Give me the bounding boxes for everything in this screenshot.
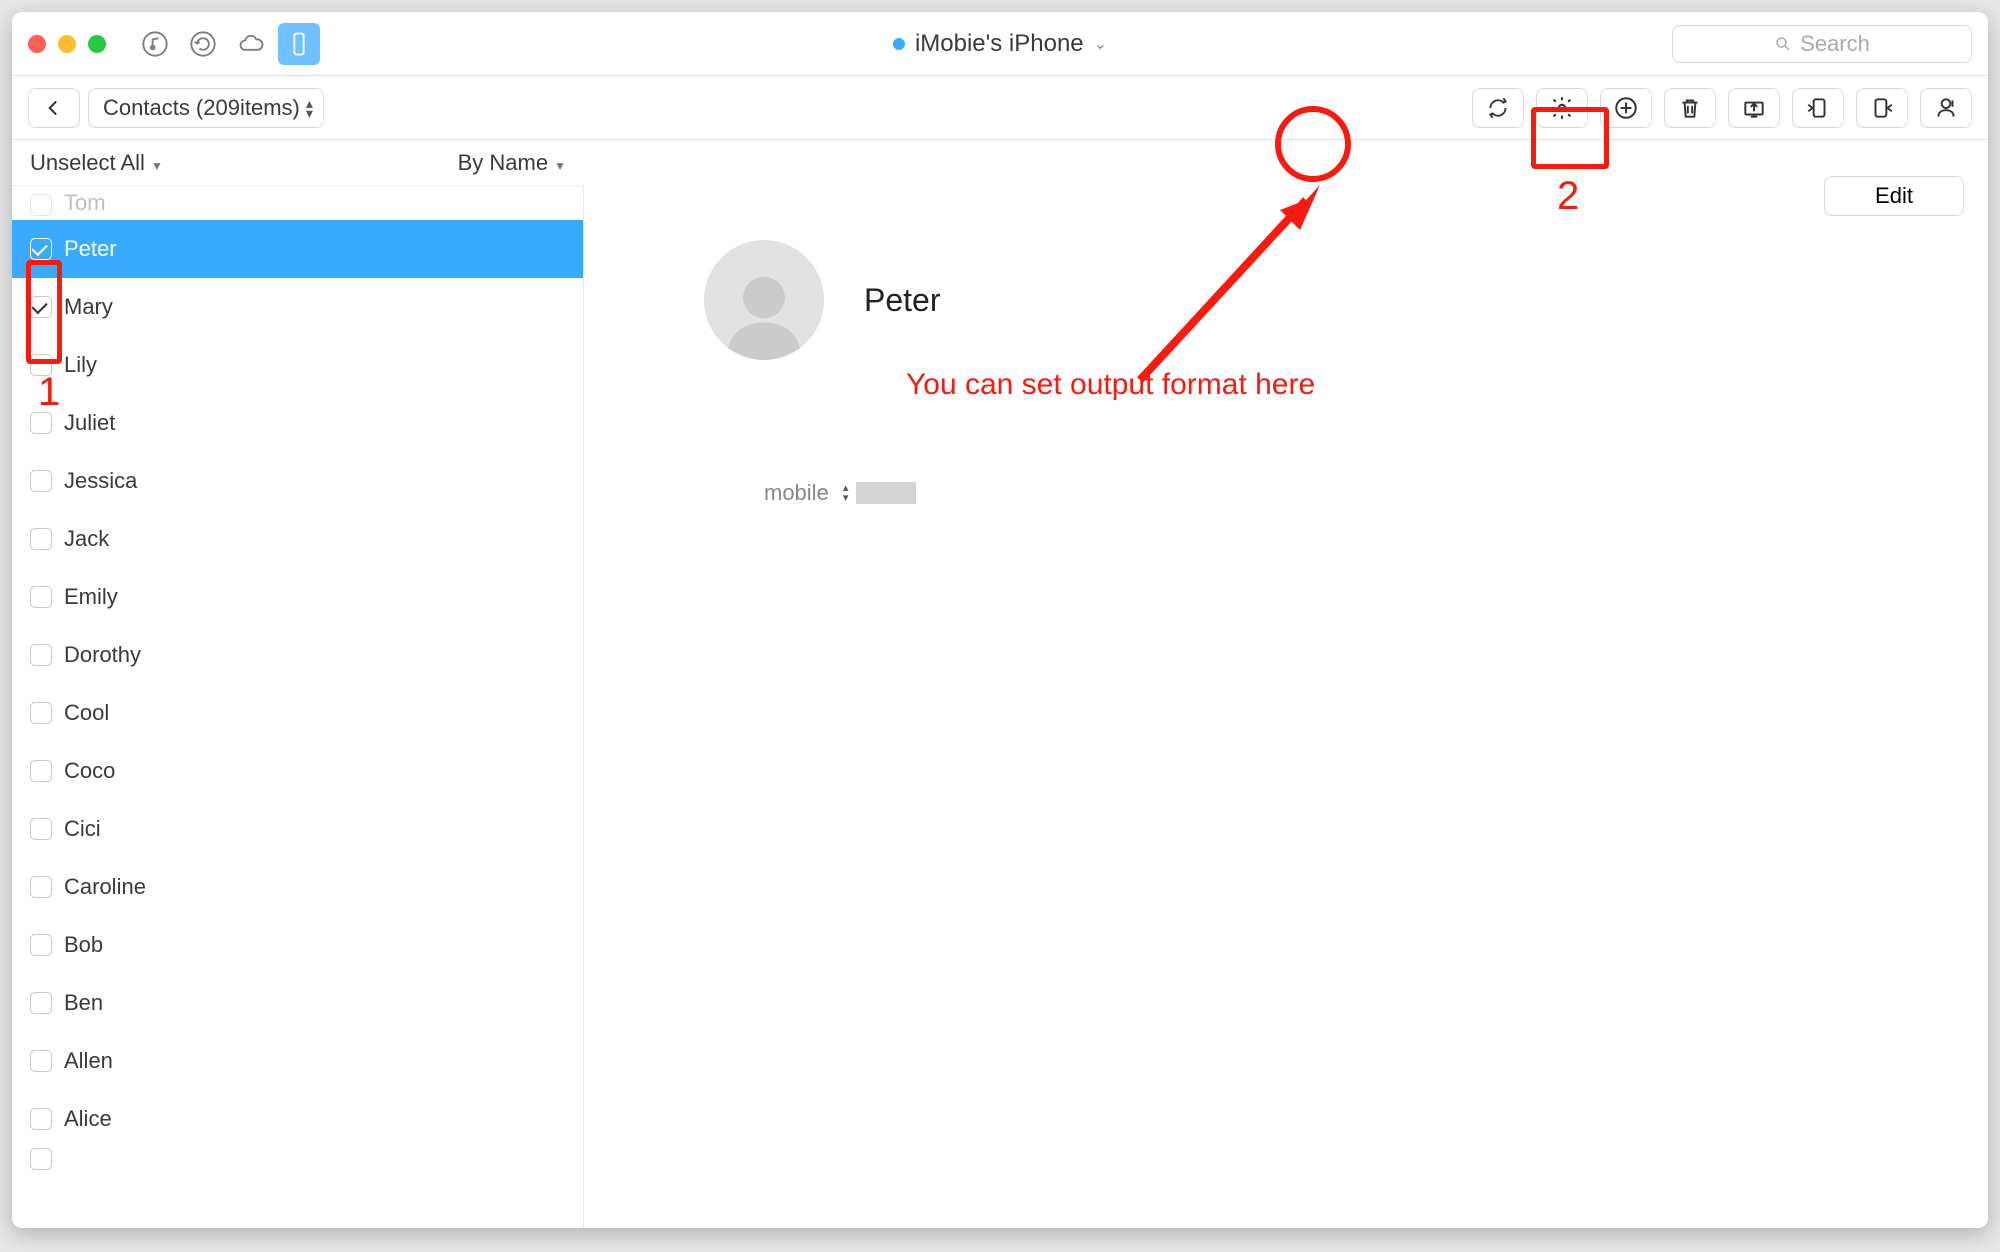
settings-button[interactable] [1536, 88, 1588, 128]
dropdown-triangle-icon: ▼ [151, 159, 163, 173]
contact-row[interactable]: Jessica [12, 452, 583, 510]
dropdown-triangle-icon: ▼ [554, 159, 566, 173]
contact-row[interactable]: Allen [12, 1032, 583, 1090]
contact-name-label: Peter [64, 236, 117, 262]
contact-checkbox[interactable] [30, 412, 52, 434]
contact-row[interactable]: Lily [12, 336, 583, 394]
contact-name-label: Tom [64, 190, 106, 216]
contact-checkbox[interactable] [30, 1050, 52, 1072]
phone-number-censored [856, 482, 916, 504]
search-input[interactable]: Search [1672, 25, 1972, 63]
sort-arrows-icon: ▴▾ [306, 98, 313, 118]
search-icon [1774, 35, 1792, 53]
refresh-button[interactable] [1472, 88, 1524, 128]
phone-field[interactable]: mobile ▴▾ [764, 480, 916, 506]
contact-row[interactable]: Cici [12, 800, 583, 858]
titlebar: iMobie's iPhone ⌄ Search [12, 12, 1988, 76]
contact-name-label: Dorothy [64, 642, 141, 668]
contact-row[interactable]: Mary [12, 278, 583, 336]
contact-name-label: Ben [64, 990, 103, 1016]
contact-detail-pane: Edit Peter mobile ▴▾ [584, 140, 1988, 1228]
contact-name-label: Bob [64, 932, 103, 958]
back-button[interactable] [28, 88, 80, 128]
contact-checkbox[interactable] [30, 1108, 52, 1130]
contact-name-label: Emily [64, 584, 118, 610]
contact-avatar [704, 240, 824, 360]
contact-checkbox[interactable] [30, 876, 52, 898]
list-header: Unselect All▼ By Name▼ [12, 140, 584, 186]
contact-name-label: Allen [64, 1048, 113, 1074]
device-selector[interactable]: iMobie's iPhone ⌄ [893, 30, 1107, 58]
window-controls [28, 35, 106, 53]
contact-name-label: Juliet [64, 410, 115, 436]
contact-row[interactable] [12, 1148, 583, 1176]
edit-button[interactable]: Edit [1824, 176, 1964, 216]
contact-name-label: Cool [64, 700, 109, 726]
delete-button[interactable] [1664, 88, 1716, 128]
contact-name-label: Mary [64, 294, 113, 320]
contact-checkbox[interactable] [30, 644, 52, 666]
device-tab-button[interactable] [278, 23, 320, 65]
unselect-all-button[interactable]: Unselect All▼ [30, 150, 163, 176]
icloud-icon[interactable] [230, 23, 272, 65]
breadcrumb-dropdown[interactable]: Contacts (209items) ▴▾ [88, 88, 324, 128]
contact-checkbox[interactable] [30, 702, 52, 724]
sort-by-button[interactable]: By Name▼ [458, 150, 566, 176]
contact-row[interactable]: Cool [12, 684, 583, 742]
contact-name-label: Lily [64, 352, 97, 378]
contact-row[interactable]: Dorothy [12, 626, 583, 684]
contact-checkbox[interactable] [30, 586, 52, 608]
contact-row[interactable]: Peter [12, 220, 583, 278]
contact-checkbox[interactable] [30, 818, 52, 840]
phone-type-selector-icon: ▴▾ [843, 483, 849, 503]
contact-row[interactable]: Ben [12, 974, 583, 1032]
contact-checkbox[interactable] [30, 934, 52, 956]
contact-checkbox[interactable] [30, 354, 52, 376]
search-placeholder: Search [1800, 31, 1870, 57]
export-to-computer-button[interactable] [1728, 88, 1780, 128]
contact-name-label: Cici [64, 816, 101, 842]
contact-name-label: Jessica [64, 468, 137, 494]
contact-list[interactable]: Tom Peter Mary Lily Juliet Jessica Jack Emily Do… [12, 186, 584, 1228]
merge-contacts-button[interactable] [1920, 88, 1972, 128]
device-name: iMobie's iPhone [915, 30, 1084, 58]
device-status-dot [893, 38, 905, 50]
breadcrumb-label: Contacts (209items) [103, 95, 300, 121]
phone-label: mobile [764, 480, 829, 506]
contact-checkbox[interactable] [30, 194, 52, 216]
contact-row[interactable]: Alice [12, 1090, 583, 1148]
backup-history-icon[interactable] [182, 23, 224, 65]
minimize-window-button[interactable] [58, 35, 76, 53]
import-to-device-button[interactable] [1792, 88, 1844, 128]
contact-row[interactable]: Tom [12, 186, 583, 220]
contact-name-label: Jack [64, 526, 109, 552]
music-icon[interactable] [134, 23, 176, 65]
toolbar: Contacts (209items) ▴▾ [12, 76, 1988, 140]
contact-row[interactable]: Bob [12, 916, 583, 974]
contact-checkbox[interactable] [30, 1148, 52, 1170]
contact-name-label: Caroline [64, 874, 146, 900]
contact-checkbox[interactable] [30, 528, 52, 550]
add-button[interactable] [1600, 88, 1652, 128]
contact-row[interactable]: Caroline [12, 858, 583, 916]
contact-name-label: Coco [64, 758, 115, 784]
contact-checkbox[interactable] [30, 470, 52, 492]
chevron-down-icon: ⌄ [1094, 34, 1107, 54]
contact-row[interactable]: Emily [12, 568, 583, 626]
contact-row[interactable]: Juliet [12, 394, 583, 452]
contact-row[interactable]: Coco [12, 742, 583, 800]
contact-checkbox[interactable] [30, 296, 52, 318]
contact-name-label: Alice [64, 1106, 112, 1132]
contact-detail-name: Peter [864, 282, 940, 319]
contact-checkbox[interactable] [30, 238, 52, 260]
maximize-window-button[interactable] [88, 35, 106, 53]
contact-checkbox[interactable] [30, 992, 52, 1014]
contact-row[interactable]: Jack [12, 510, 583, 568]
contact-checkbox[interactable] [30, 760, 52, 782]
export-to-device-button[interactable] [1856, 88, 1908, 128]
close-window-button[interactable] [28, 35, 46, 53]
